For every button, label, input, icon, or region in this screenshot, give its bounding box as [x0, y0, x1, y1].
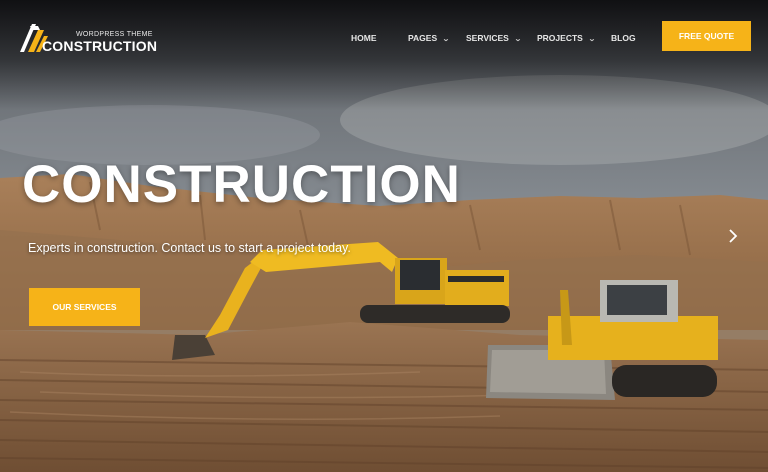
nav-item-pages[interactable]: PAGES ⌄	[408, 33, 450, 43]
nav-item-label: HOME	[351, 33, 377, 43]
hero-subtitle: Experts in construction. Contact us to s…	[28, 241, 351, 255]
chevron-down-icon: ⌄	[587, 36, 596, 43]
nav-item-label: PAGES	[408, 33, 438, 43]
hero-title: CONSTRUCTION	[22, 155, 461, 214]
chevron-down-icon: ⌄	[513, 36, 522, 43]
nav-item-services[interactable]: SERVICES ⌄	[466, 33, 522, 43]
nav-item-blog[interactable]: BLOG	[611, 33, 636, 43]
hero-slider: WORDPRESS THEME CONSTRUCTION HOME PAGES ⌄…	[0, 0, 768, 472]
free-quote-button[interactable]: FREE QUOTE	[662, 21, 751, 51]
logo-name: CONSTRUCTION	[42, 38, 158, 54]
logo-tagline: WORDPRESS THEME	[76, 31, 153, 38]
chevron-down-icon: ⌄	[442, 36, 450, 43]
nav-item-projects[interactable]: PROJECTS ⌄	[537, 33, 596, 43]
nav-item-label: PROJECTS	[537, 33, 583, 43]
nav-item-home[interactable]: HOME	[351, 33, 377, 43]
site-logo[interactable]: WORDPRESS THEME CONSTRUCTION	[18, 22, 157, 56]
our-services-button[interactable]: OUR SERVICES	[29, 288, 140, 326]
nav-item-label: BLOG	[611, 33, 636, 43]
nav-item-label: SERVICES	[466, 33, 509, 43]
chevron-right-icon[interactable]	[724, 226, 742, 246]
